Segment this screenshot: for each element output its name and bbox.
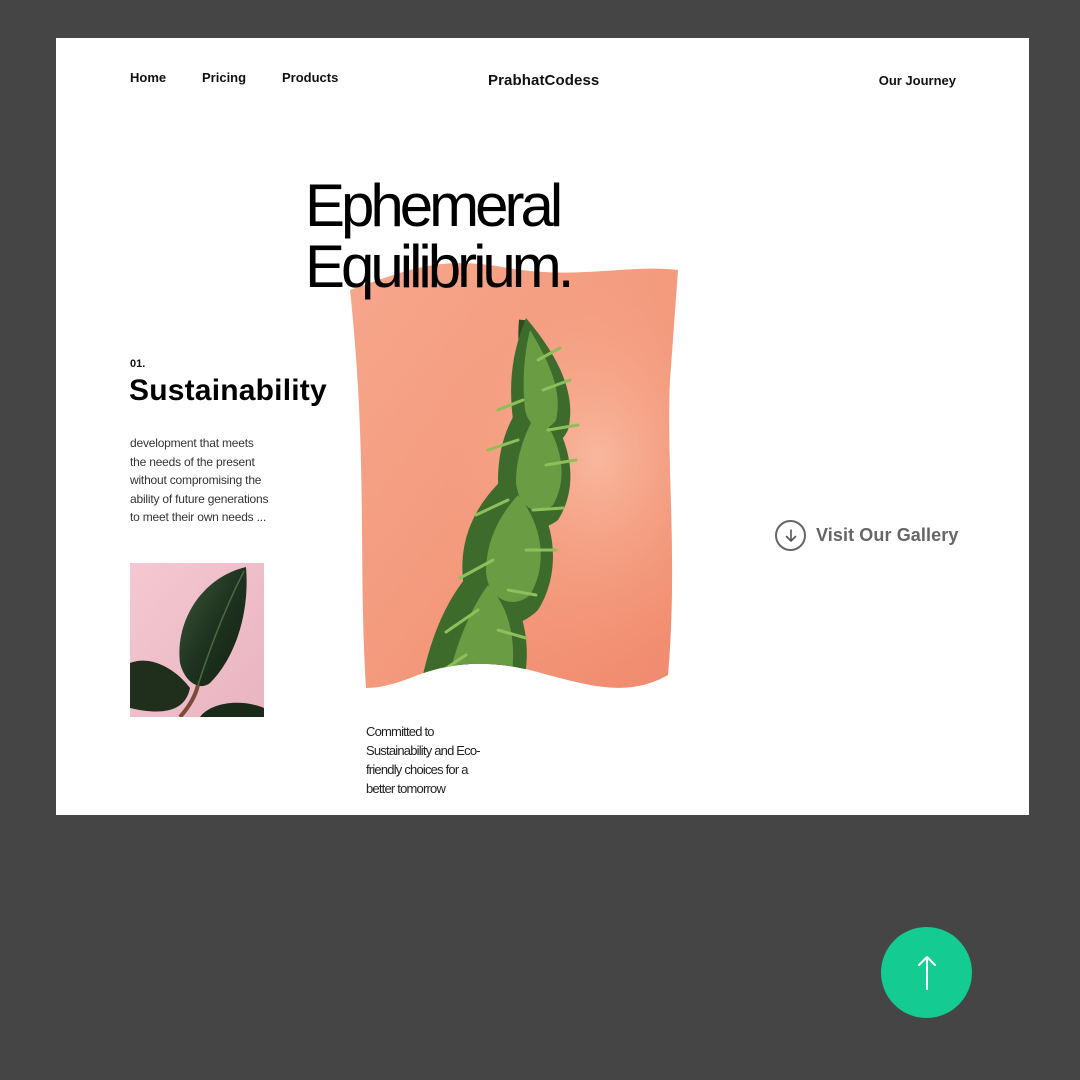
visit-gallery-label: Visit Our Gallery (816, 525, 959, 545)
hero-title-line1: Ephemeral (305, 172, 563, 239)
arrow-up-icon (917, 955, 936, 990)
nav-journey-link[interactable]: Our Journey (879, 73, 956, 88)
scroll-to-top-button[interactable] (881, 927, 972, 1018)
arrow-down-circle-icon (775, 520, 806, 551)
section-heading: Sustainability (129, 374, 327, 407)
nav-products-link[interactable]: Products (282, 70, 338, 85)
section-number: 01. (130, 358, 146, 370)
main-card: Home Pricing Products PrabhatCodess Our … (56, 38, 1029, 815)
nav-home-link[interactable]: Home (130, 70, 166, 85)
caption-text: Committed to Sustainability and Eco-frie… (366, 724, 481, 796)
hero-title: Ephemeral Equilibrium. (305, 172, 574, 300)
nav-pricing-link[interactable]: Pricing (202, 70, 246, 85)
section-description: development that meets the needs of the … (130, 436, 269, 524)
brand-logo[interactable]: PrabhatCodess (488, 72, 599, 89)
leaf-photo (130, 563, 264, 717)
visit-gallery-link[interactable]: Visit Our Gallery (775, 520, 958, 551)
hero-title-line2: Equilibrium. (305, 233, 574, 300)
hero-plant-image (348, 260, 681, 700)
